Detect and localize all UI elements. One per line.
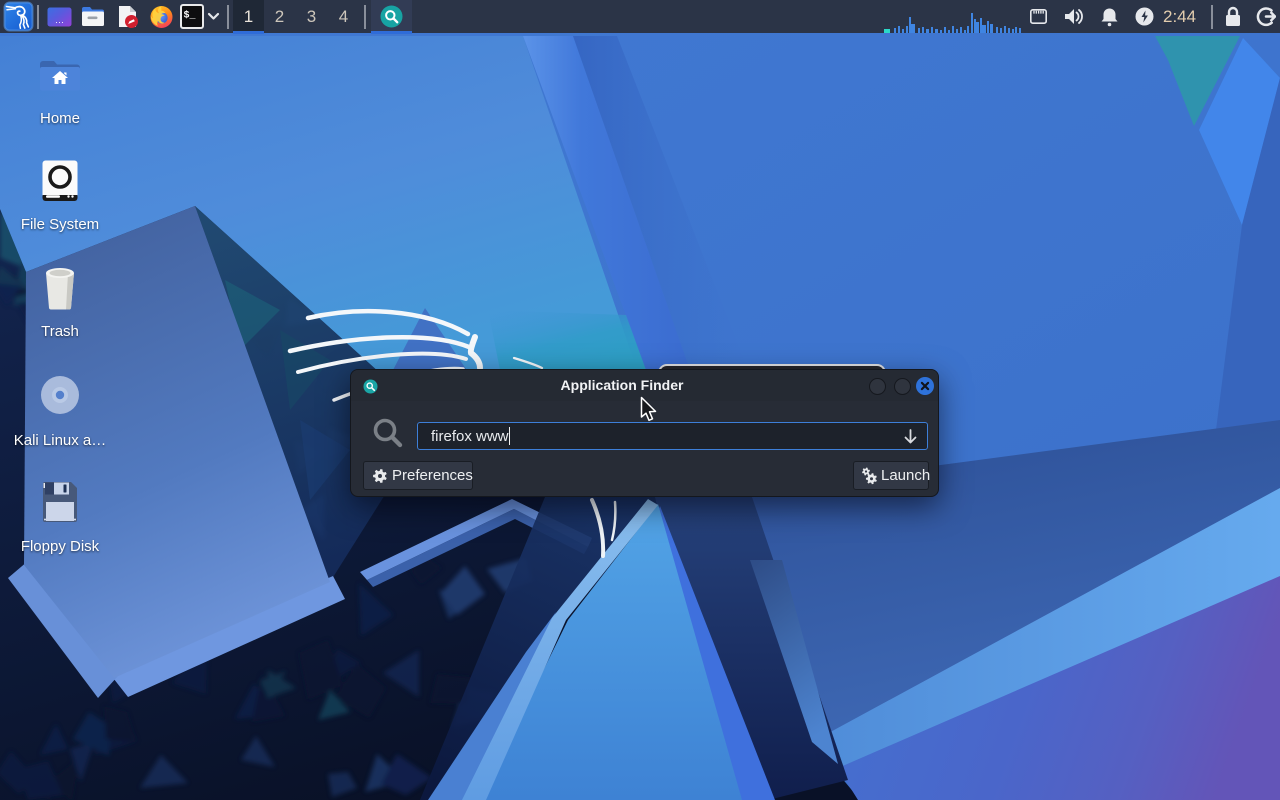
svg-text:$_: $_: [184, 10, 197, 22]
svg-text:···: ···: [55, 17, 64, 27]
